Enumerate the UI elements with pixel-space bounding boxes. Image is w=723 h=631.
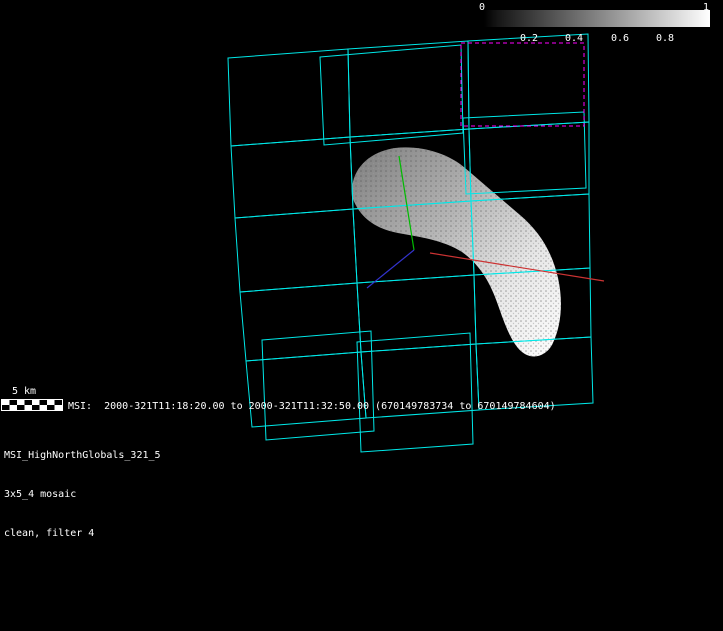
colorbar-min-label: 0	[479, 1, 485, 14]
footprint-outline	[348, 41, 469, 137]
colorbar-tick-label: 0.4	[559, 33, 589, 44]
mosaic-label: 3x5_4 mosaic	[4, 488, 161, 501]
scalebar-cell	[2, 405, 10, 410]
footprint-outline	[228, 49, 350, 146]
colorbar-gradient	[484, 10, 710, 27]
footprint-outline	[231, 137, 353, 218]
scalebar-cell	[2, 400, 10, 405]
scalebar-cell	[47, 405, 55, 410]
sequence-name: MSI_HighNorthGlobals_321_5	[4, 449, 161, 462]
render-viewport[interactable]: 0 1 0.2 0.4 0.6 0.8 5 km MSI: 2000-321T1…	[0, 0, 723, 631]
scalebar-checker	[1, 399, 64, 412]
footprint-outline	[240, 283, 361, 361]
colorbar-tick-label: 0.2	[514, 33, 544, 44]
scalebar-cell	[40, 405, 48, 410]
scalebar-cell	[17, 405, 25, 410]
colorbar-tick-label: 0.6	[605, 33, 635, 44]
colorbar-tick-label: 0.8	[650, 33, 680, 44]
info-block: MSI_HighNorthGlobals_321_5 3x5_4 mosaic …	[4, 423, 161, 566]
scalebar-cell	[55, 405, 63, 410]
footprint-outline	[320, 45, 463, 145]
scalebar-cell	[32, 400, 40, 405]
scalebar-cell	[10, 405, 18, 410]
scalebar-cell	[32, 405, 40, 410]
scalebar-cell	[25, 405, 33, 410]
filter-label: clean, filter 4	[4, 527, 161, 540]
colorbar-max-label: 1	[703, 1, 709, 14]
status-line: MSI: 2000-321T11:18:20.00 to 2000-321T11…	[68, 400, 556, 413]
selected-footprint-outline	[461, 43, 584, 126]
footprint-outline	[463, 112, 586, 194]
scalebar-cell	[55, 400, 63, 405]
scalebar-label: 5 km	[12, 385, 36, 398]
scalebar-cell	[10, 400, 18, 405]
scalebar-cell	[47, 400, 55, 405]
footprint-outline	[235, 209, 357, 292]
z-axis	[367, 250, 414, 288]
scalebar-cell	[40, 400, 48, 405]
scalebar-cell	[25, 400, 33, 405]
scalebar-cell	[17, 400, 25, 405]
asteroid-facet-texture	[352, 147, 561, 356]
